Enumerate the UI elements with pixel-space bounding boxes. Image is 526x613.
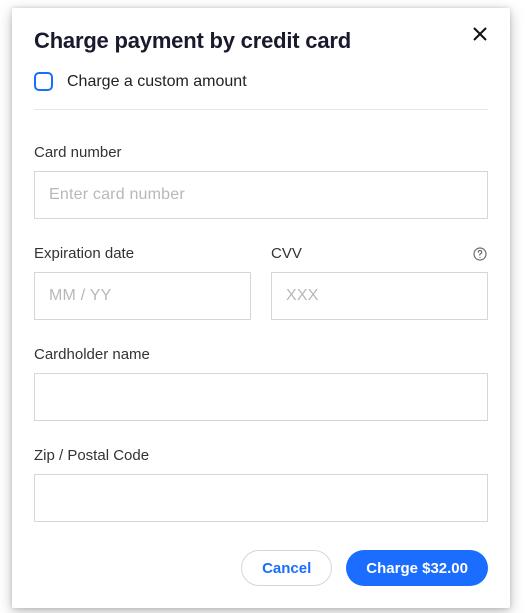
custom-amount-row[interactable]: Charge a custom amount	[34, 72, 488, 91]
card-number-input[interactable]	[34, 171, 488, 219]
cvv-field: CVV	[271, 245, 488, 320]
modal-footer: Cancel Charge $32.00	[34, 550, 488, 586]
card-number-label: Card number	[34, 144, 488, 161]
zip-field: Zip / Postal Code	[34, 447, 488, 522]
expiration-label: Expiration date	[34, 245, 251, 262]
cvv-help-button[interactable]	[472, 246, 488, 262]
help-icon	[473, 247, 487, 261]
expiration-input[interactable]	[34, 272, 251, 320]
expiration-field: Expiration date	[34, 245, 251, 320]
cardholder-input[interactable]	[34, 373, 488, 421]
cvv-input[interactable]	[271, 272, 488, 320]
modal-title: Charge payment by credit card	[34, 28, 488, 54]
close-icon	[472, 26, 488, 42]
close-button[interactable]	[468, 22, 492, 46]
cvv-label: CVV	[271, 245, 302, 262]
cardholder-label: Cardholder name	[34, 346, 488, 363]
card-number-field: Card number	[34, 144, 488, 219]
divider	[34, 109, 488, 110]
custom-amount-label: Charge a custom amount	[67, 73, 247, 91]
charge-button[interactable]: Charge $32.00	[346, 550, 488, 586]
zip-label: Zip / Postal Code	[34, 447, 488, 464]
zip-input[interactable]	[34, 474, 488, 522]
cardholder-field: Cardholder name	[34, 346, 488, 421]
custom-amount-checkbox[interactable]	[34, 72, 53, 91]
cancel-button[interactable]: Cancel	[241, 550, 332, 586]
payment-modal: Charge payment by credit card Charge a c…	[12, 8, 510, 608]
